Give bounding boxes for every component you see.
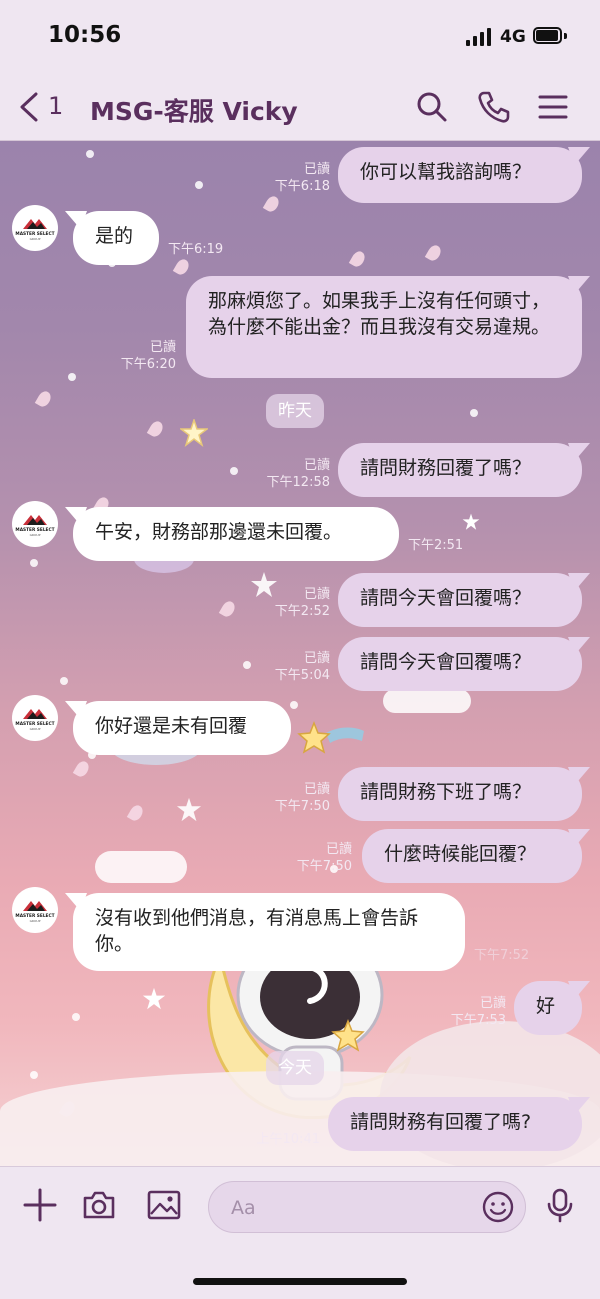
signal-icon xyxy=(466,28,492,46)
message-meta: 已讀 下午6:18 xyxy=(240,161,330,195)
avatar[interactable]: MASTER SELECT GROUP xyxy=(12,501,58,547)
message-time: 下午2:52 xyxy=(274,604,330,619)
incoming-message-bubble[interactable]: 沒有收到他們消息，有消息馬上會告訴你。 xyxy=(73,893,465,971)
message-time: 下午2:51 xyxy=(408,538,464,553)
emoji-icon xyxy=(482,1191,514,1223)
master-select-logo-icon: MASTER SELECT GROUP xyxy=(15,901,55,923)
voice-button[interactable] xyxy=(542,1187,578,1223)
outgoing-message-bubble[interactable]: 什麼時候能回覆？ xyxy=(362,829,582,883)
star-decoration-icon xyxy=(180,419,208,447)
outgoing-message-bubble[interactable]: 你可以幫我諮詢嗎？ xyxy=(338,147,582,203)
message-time: 下午7:50 xyxy=(296,859,352,874)
message-time: 下午7:50 xyxy=(274,799,330,814)
shooting-star-sticker-icon xyxy=(297,720,364,754)
incoming-message-bubble[interactable]: 你好還是未有回覆 xyxy=(73,701,291,755)
status-time: 10:56 xyxy=(48,22,122,48)
phone-icon xyxy=(478,91,510,123)
menu-button[interactable] xyxy=(535,89,571,125)
battery-icon xyxy=(533,27,567,46)
message-meta: 已讀 下午2:52 xyxy=(240,586,330,620)
message-time: 上午10:41 xyxy=(256,1132,320,1147)
message-meta: 已讀 下午12:58 xyxy=(240,457,330,491)
outgoing-message-bubble[interactable]: 那麻煩您了。如果我手上沒有任何頭寸，為什麼不能出金？而且我沒有交易違規。 xyxy=(186,276,582,378)
svg-text:GROUP: GROUP xyxy=(30,533,41,537)
message-input[interactable] xyxy=(229,1192,483,1224)
outgoing-message-bubble[interactable]: 請問今天會回覆嗎？ xyxy=(338,637,582,691)
read-receipt: 已讀 xyxy=(303,651,330,666)
add-button[interactable] xyxy=(22,1187,58,1223)
read-receipt: 已讀 xyxy=(303,782,330,797)
search-button[interactable] xyxy=(414,89,450,125)
message-meta: 已讀 下午6:20 xyxy=(90,339,176,373)
network-type: 4G xyxy=(500,27,526,47)
incoming-message-bubble[interactable]: 是的 xyxy=(73,211,159,265)
message-time: 下午6:20 xyxy=(120,357,176,372)
incoming-message-bubble[interactable]: 午安，財務部那邊還未回覆。 xyxy=(73,507,399,561)
outgoing-message-bubble[interactable]: 好 xyxy=(514,981,582,1035)
star-decoration-icon xyxy=(462,513,480,530)
search-icon xyxy=(417,92,447,122)
home-indicator[interactable] xyxy=(193,1278,407,1285)
read-receipt: 已讀 xyxy=(303,162,330,177)
chat-area[interactable]: 已讀 下午6:18 你可以幫我諮詢嗎？ MASTER SELECT GROUP … xyxy=(0,141,600,1166)
message-time: 下午6:18 xyxy=(274,179,330,194)
date-separator: 今天 xyxy=(266,1051,324,1085)
message-time: 下午12:58 xyxy=(266,475,330,490)
message-time: 下午7:53 xyxy=(450,1013,506,1028)
message-time: 下午7:52 xyxy=(474,948,530,963)
master-select-logo-icon: MASTER SELECT GROUP xyxy=(15,219,55,241)
plus-icon xyxy=(23,1188,57,1222)
star-decoration-icon xyxy=(176,797,202,822)
read-receipt: 已讀 xyxy=(303,458,330,473)
avatar[interactable]: MASTER SELECT GROUP xyxy=(12,695,58,741)
read-receipt: 已讀 xyxy=(479,996,506,1011)
message-meta: 已讀 下午5:04 xyxy=(240,650,330,684)
outgoing-message-bubble[interactable]: 請問財務下班了嗎？ xyxy=(338,767,582,821)
message-meta: 已讀 下午7:53 xyxy=(418,995,506,1029)
camera-button[interactable] xyxy=(81,1187,117,1223)
master-select-logo-icon: MASTER SELECT GROUP xyxy=(15,515,55,537)
message-time: 下午6:19 xyxy=(168,242,224,257)
message-input-container xyxy=(208,1181,526,1233)
chat-header: 1 MSG-客服 Vicky xyxy=(0,74,600,141)
master-select-logo-icon: MASTER SELECT GROUP xyxy=(15,709,55,731)
avatar[interactable]: MASTER SELECT GROUP xyxy=(12,205,58,251)
outgoing-message-bubble[interactable]: 請問財務回覆了嗎？ xyxy=(338,443,582,497)
read-receipt: 已讀 xyxy=(303,587,330,602)
back-button[interactable]: 1 xyxy=(18,90,68,124)
microphone-icon xyxy=(547,1188,573,1223)
star-decoration-icon xyxy=(142,987,166,1010)
menu-icon xyxy=(538,95,568,119)
outgoing-message-bubble[interactable]: 請問財務有回覆了嗎? xyxy=(328,1097,582,1151)
chat-title: MSG-客服 Vicky xyxy=(90,97,298,126)
avatar[interactable]: MASTER SELECT GROUP xyxy=(12,887,58,933)
back-chevron-icon xyxy=(20,92,38,122)
message-time: 下午5:04 xyxy=(274,668,330,683)
image-button[interactable] xyxy=(146,1187,182,1223)
date-separator: 昨天 xyxy=(266,394,324,428)
svg-text:GROUP: GROUP xyxy=(30,237,41,241)
status-bar: 10:56 4G xyxy=(0,0,600,74)
message-meta: 已讀 下午7:50 xyxy=(240,781,330,815)
emoji-button[interactable] xyxy=(481,1190,515,1224)
read-receipt: 已讀 xyxy=(149,340,176,355)
call-button[interactable] xyxy=(476,89,512,125)
camera-icon xyxy=(83,1191,115,1219)
unread-count: 1 xyxy=(48,92,64,120)
svg-text:GROUP: GROUP xyxy=(30,727,41,731)
outgoing-message-bubble[interactable]: 請問今天會回覆嗎？ xyxy=(338,573,582,627)
image-icon xyxy=(147,1190,181,1220)
message-meta: 已讀 下午7:50 xyxy=(262,841,352,875)
read-receipt: 已讀 xyxy=(325,842,352,857)
svg-text:GROUP: GROUP xyxy=(30,919,41,923)
